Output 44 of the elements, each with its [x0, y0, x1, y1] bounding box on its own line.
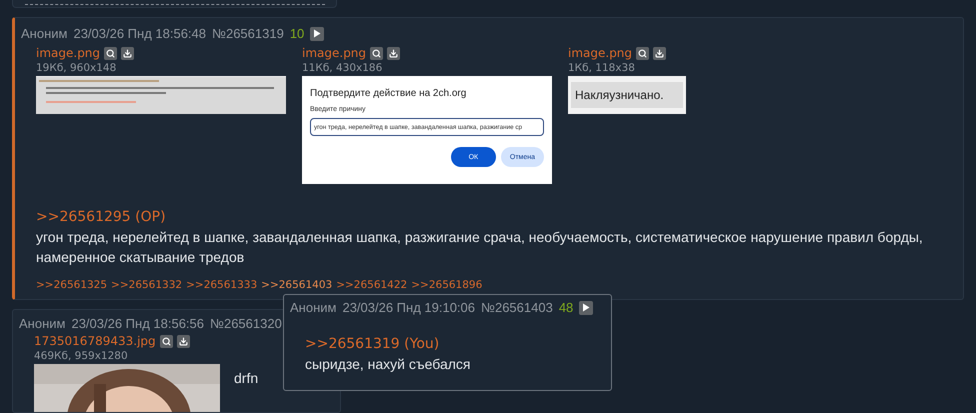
search-button[interactable] — [636, 46, 650, 60]
reply-link[interactable]: >>26561896 — [411, 279, 482, 292]
reply-link[interactable]: >>26561333 — [186, 279, 258, 292]
reply-link[interactable]: >>26561332 — [111, 279, 182, 292]
post-date: 23/03/26 Пнд 19:10:06 — [342, 300, 476, 315]
file-info: 11Кб, 430x186 — [302, 62, 384, 74]
file-link[interactable]: 1735016789433.jpg — [34, 334, 156, 348]
reply-link[interactable]: >>26561422 — [336, 279, 408, 292]
post-count: 10 — [290, 26, 304, 42]
play-icon — [313, 29, 322, 38]
post-author: Аноним — [21, 26, 68, 42]
search-button[interactable] — [104, 46, 118, 60]
reply-link[interactable]: >>26561319 (You) — [305, 336, 440, 352]
download-button[interactable] — [653, 46, 666, 60]
search-button[interactable] — [370, 46, 384, 60]
post-text: сыридзе, нахуй съебался — [305, 355, 472, 374]
image-text: Накляузничано. — [571, 82, 683, 108]
post-count: 48 — [558, 300, 574, 315]
play-button[interactable] — [310, 26, 324, 41]
post-date: 23/03/26 Пнд 18:56:56 — [71, 316, 204, 332]
post-text: drfn — [234, 369, 258, 388]
reply-link[interactable]: >>26561325 — [36, 279, 108, 292]
file-info: 1Кб, 118x38 — [568, 62, 636, 74]
reply-link[interactable]: >>26561295 (OP) — [36, 209, 166, 226]
dialog-title: Подтвердите действие на 2ch.org — [310, 88, 468, 100]
download-button[interactable] — [121, 46, 134, 60]
file-link[interactable]: image.png — [302, 46, 366, 60]
play-button[interactable] — [579, 300, 594, 314]
post-text: угон треда, нерелейтед в шапке, завандаленная шапка, разжигание срача, необучаемость, систематическое нарушение правил борды, намеренное скатывание тредов — [36, 228, 924, 268]
file-link[interactable]: image.png — [36, 46, 100, 60]
post-number[interactable]: №26561320 — [210, 316, 282, 332]
search-button[interactable] — [160, 334, 173, 348]
download-button[interactable] — [387, 46, 400, 60]
file-info: 19Кб, 960x148 — [36, 62, 118, 74]
post-author: Аноним — [290, 300, 336, 315]
download-button[interactable] — [176, 334, 190, 348]
file-link[interactable]: image.png — [568, 46, 632, 60]
play-icon — [582, 303, 590, 312]
file-info: 469Кб, 959x1280 — [34, 350, 129, 362]
post-date: 23/03/26 Пнд 18:56:48 — [73, 26, 206, 42]
post-number[interactable]: №26561403 — [481, 300, 553, 315]
post-author: Аноним — [19, 316, 66, 332]
post-number[interactable]: №26561319 — [212, 26, 284, 42]
reply-link[interactable]: >>26561403 — [261, 279, 332, 292]
